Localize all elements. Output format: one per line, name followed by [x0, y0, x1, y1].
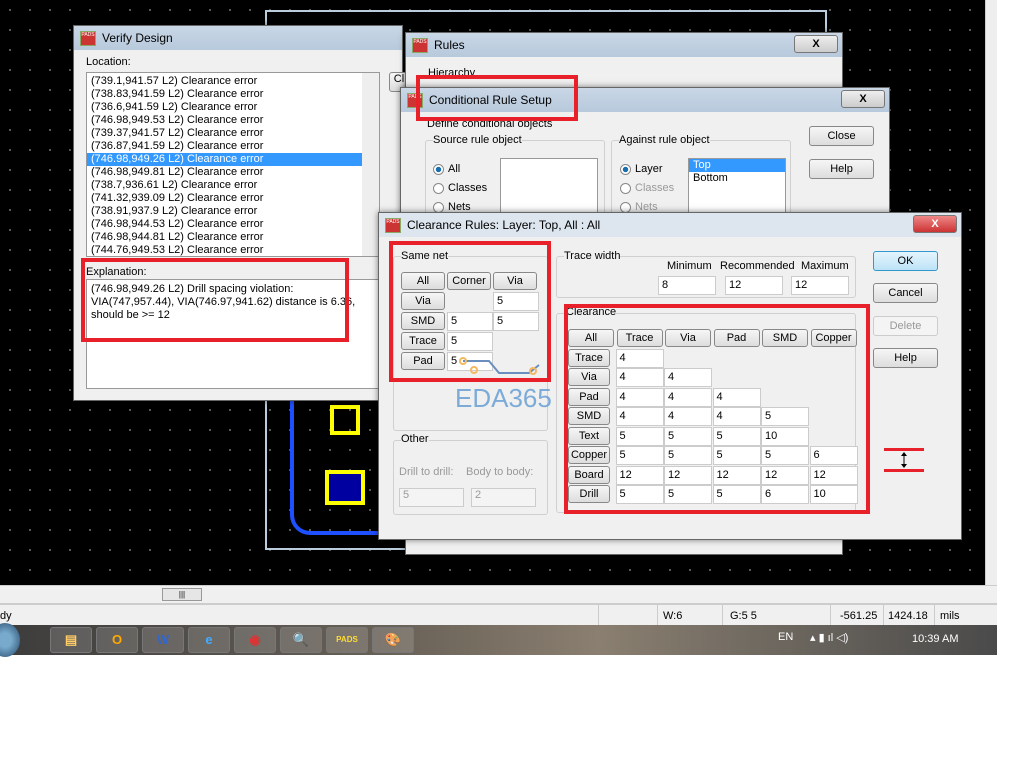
- highlight-same-net: [389, 241, 551, 382]
- pcb-pad: [325, 470, 365, 505]
- watermark: EDA365: [455, 383, 552, 413]
- body-to-body-field[interactable]: 2: [471, 488, 536, 507]
- ok-button[interactable]: OK: [873, 251, 938, 271]
- status-grid: G:5 5: [730, 610, 757, 622]
- location-label: Location:: [86, 56, 131, 68]
- start-button[interactable]: [0, 623, 20, 657]
- help-button[interactable]: Help: [809, 159, 874, 179]
- status-ready: dy: [0, 610, 12, 622]
- minimum-label: Minimum: [667, 260, 712, 272]
- title-bar: PADS Clearance Rules: Layer: Top, All : A…: [379, 213, 961, 237]
- title-bar: PADS Verify Design: [74, 26, 402, 50]
- against-classes-radio[interactable]: Classes: [620, 179, 674, 198]
- trace-width-minimum[interactable]: 8: [658, 276, 716, 295]
- source-radios: All Classes Nets: [433, 160, 487, 217]
- location-list-item[interactable]: (746.98,949.81 L2) Clearance error: [87, 166, 379, 179]
- clock[interactable]: 10:39 AM: [912, 633, 958, 645]
- scroll-thumb[interactable]: |||: [162, 588, 202, 601]
- language-indicator[interactable]: EN: [778, 631, 793, 643]
- source-classes-radio[interactable]: Classes: [433, 179, 487, 198]
- vertical-scrollbar[interactable]: [985, 0, 997, 585]
- close-button[interactable]: Close: [809, 126, 874, 146]
- help-button[interactable]: Help: [873, 348, 938, 368]
- tray-icons[interactable]: ▴ ▮ ıl ◁): [810, 631, 848, 644]
- trace-width-label: Trace width: [564, 250, 621, 262]
- pads-icon: PADS: [80, 31, 96, 46]
- location-list-item[interactable]: (746.98,949.26 L2) Clearance error: [87, 153, 379, 166]
- other-label: Other: [401, 433, 429, 445]
- against-layer-radio[interactable]: Layer: [620, 160, 674, 179]
- against-radios: Layer Classes Nets: [620, 160, 674, 217]
- close-icon[interactable]: X: [913, 215, 957, 233]
- trace-width-recommended[interactable]: 12: [725, 276, 783, 295]
- taskbar-pads-icon[interactable]: PADS: [326, 627, 368, 653]
- status-bar: dy W:6 G:5 5 -561.25 1424.18 mils: [0, 603, 997, 625]
- location-list-item[interactable]: (744.76,949.53 L2) Clearance error: [87, 244, 379, 256]
- clearance-diagram-icon: [884, 448, 924, 472]
- cancel-button[interactable]: Cancel: [873, 283, 938, 303]
- drill-to-drill-field[interactable]: 5: [399, 488, 464, 507]
- location-list-item[interactable]: (746.98,944.53 L2) Clearance error: [87, 218, 379, 231]
- delete-button[interactable]: Delete: [873, 316, 938, 336]
- taskbar-explorer-icon[interactable]: ▤: [50, 627, 92, 653]
- horizontal-scrollbar[interactable]: |||: [0, 585, 997, 603]
- highlight-explanation: [81, 258, 349, 342]
- window-title: Verify Design: [102, 31, 173, 45]
- location-list-item[interactable]: (736.6,941.59 L2) Clearance error: [87, 101, 379, 114]
- against-label: Against rule object: [619, 134, 710, 146]
- list-scrollbar[interactable]: [362, 73, 379, 256]
- close-icon[interactable]: X: [841, 90, 885, 108]
- source-all-radio[interactable]: All: [433, 160, 487, 179]
- layer-bottom[interactable]: Bottom: [689, 172, 785, 185]
- pcb-pad: [330, 405, 360, 435]
- location-list-item[interactable]: (738.83,941.59 L2) Clearance error: [87, 88, 379, 101]
- layer-list[interactable]: Top Bottom: [688, 158, 786, 218]
- trace-width-maximum[interactable]: 12: [791, 276, 849, 295]
- location-list-item[interactable]: (739.37,941.57 L2) Clearance error: [87, 127, 379, 140]
- location-list-item[interactable]: (746.98,949.53 L2) Clearance error: [87, 114, 379, 127]
- taskbar-outlook-icon[interactable]: O: [96, 627, 138, 653]
- highlight-conditional-title: [416, 75, 578, 121]
- taskbar-search-icon[interactable]: 🔍: [280, 627, 322, 653]
- status-y: 1424.18: [888, 610, 928, 622]
- location-list-item[interactable]: (746.98,944.81 L2) Clearance error: [87, 231, 379, 244]
- recommended-label: Recommended: [720, 260, 795, 272]
- status-width: W:6: [663, 610, 683, 622]
- pads-icon: PADS: [385, 218, 401, 233]
- maximum-label: Maximum: [801, 260, 849, 272]
- location-list-item[interactable]: (738.91,937.9 L2) Clearance error: [87, 205, 379, 218]
- location-list-item[interactable]: (736.87,941.59 L2) Clearance error: [87, 140, 379, 153]
- taskbar-ie-icon[interactable]: e: [188, 627, 230, 653]
- pads-icon: PADS: [412, 38, 428, 53]
- window-title: Rules: [434, 38, 465, 52]
- close-icon[interactable]: X: [794, 35, 838, 53]
- location-list-item[interactable]: (738.7,936.61 L2) Clearance error: [87, 179, 379, 192]
- status-units: mils: [940, 610, 960, 622]
- location-list-item[interactable]: (739.1,941.57 L2) Clearance error: [87, 75, 379, 88]
- source-list[interactable]: [500, 158, 598, 218]
- layer-top[interactable]: Top: [689, 159, 785, 172]
- source-label: Source rule object: [433, 134, 522, 146]
- taskbar: ▤ O W e ◉ 🔍 PADS 🎨 EN ▴ ▮ ıl ◁) 10:39 AM: [0, 623, 997, 657]
- location-list-item[interactable]: (741.32,939.09 L2) Clearance error: [87, 192, 379, 205]
- location-list[interactable]: (739.1,941.57 L2) Clearance error (738.83…: [86, 72, 380, 257]
- verify-design-window: PADS Verify Design Location: (739.1,941.5…: [73, 25, 409, 401]
- highlight-clearance-matrix: [564, 304, 870, 514]
- taskbar-chrome-icon[interactable]: ◉: [234, 627, 276, 653]
- taskbar-word-icon[interactable]: W: [142, 627, 184, 653]
- title-bar: PADS Rules X: [406, 33, 842, 57]
- drill-to-drill-label: Drill to drill:: [399, 466, 454, 478]
- body-to-body-label: Body to body:: [466, 466, 534, 478]
- taskbar-paint-icon[interactable]: 🎨: [372, 627, 414, 653]
- status-x: -561.25: [840, 610, 878, 622]
- window-title: Clearance Rules: Layer: Top, All : All: [407, 218, 601, 232]
